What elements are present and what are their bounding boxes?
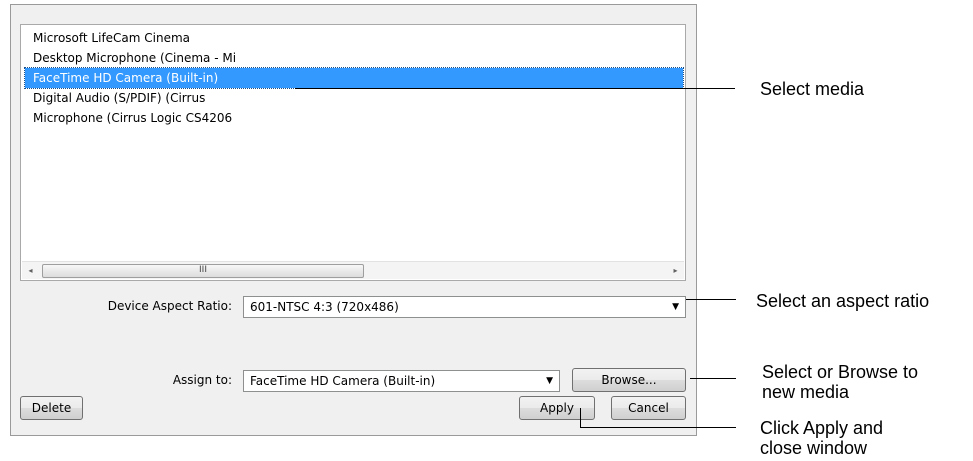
list-item[interactable]: Microphone (Cirrus Logic CS4206 [25, 108, 683, 128]
list-item[interactable]: Microsoft LifeCam Cinema [25, 28, 683, 48]
aspect-ratio-select[interactable]: 601-NTSC 4:3 (720x486) ▼ [243, 296, 686, 318]
horizontal-scrollbar[interactable]: ◂ III ▸ [22, 261, 684, 279]
annotation-browse-line1: Select or Browse to [762, 362, 919, 382]
assign-to-value: FaceTime HD Camera (Built-in) [250, 374, 436, 388]
chevron-down-icon[interactable]: ▼ [546, 371, 553, 391]
callout-line-apply-vertical [580, 408, 581, 427]
callout-line-browse [690, 378, 736, 379]
callout-line-aspect [686, 299, 736, 300]
aspect-ratio-value: 601-NTSC 4:3 (720x486) [250, 300, 399, 314]
annotation-apply-line1: Click Apply and [760, 418, 884, 438]
apply-button[interactable]: Apply [519, 396, 595, 420]
scroll-thumb[interactable]: III [42, 264, 364, 278]
scroll-right-arrow-icon[interactable]: ▸ [667, 262, 684, 279]
scroll-left-arrow-icon[interactable]: ◂ [22, 262, 39, 279]
callout-line-apply [580, 427, 736, 428]
annotation-apply-line2: close window [760, 438, 868, 458]
annotation-browse-line2: new media [762, 382, 850, 402]
list-item[interactable]: Desktop Microphone (Cinema - Mi [25, 48, 683, 68]
delete-button[interactable]: Delete [20, 396, 83, 420]
cancel-button[interactable]: Cancel [611, 396, 686, 420]
annotation-select-media: Select media [760, 79, 865, 99]
aspect-ratio-label: Device Aspect Ratio: [107, 299, 232, 313]
assign-to-select[interactable]: FaceTime HD Camera (Built-in) ▼ [243, 370, 560, 392]
list-item-selected[interactable]: FaceTime HD Camera (Built-in) [24, 67, 684, 89]
callout-line-select-media [295, 88, 735, 89]
chevron-down-icon[interactable]: ▼ [672, 297, 679, 317]
list-item[interactable]: Digital Audio (S/PDIF) (Cirrus [25, 88, 683, 108]
device-list[interactable]: Microsoft LifeCam Cinema Desktop Microph… [20, 24, 686, 281]
browse-button[interactable]: Browse... [572, 368, 686, 392]
assign-to-label: Assign to: [172, 373, 232, 387]
annotation-select-aspect: Select an aspect ratio [756, 291, 930, 311]
